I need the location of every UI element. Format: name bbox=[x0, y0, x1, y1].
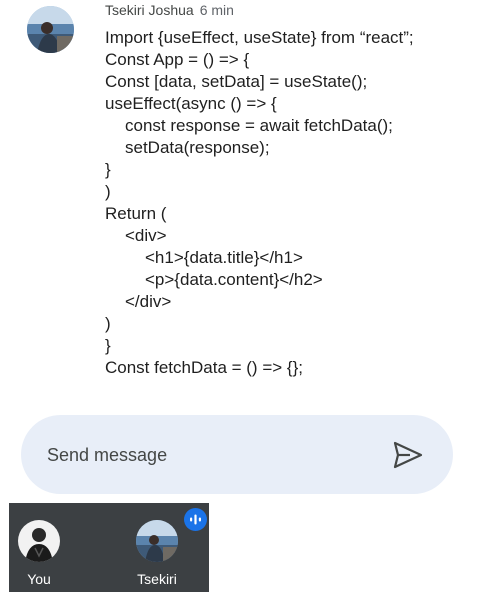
message-line: Const App = () => { bbox=[105, 50, 250, 69]
message-line: <p>{data.content}</h2> bbox=[145, 270, 323, 289]
call-participants-bar: You Tsekiri bbox=[9, 503, 209, 592]
send-icon bbox=[393, 441, 423, 469]
speaking-indicator bbox=[184, 508, 207, 531]
message-line: const response = await fetchData(); bbox=[125, 116, 393, 135]
avatar-you bbox=[18, 520, 60, 562]
message-time: 6 min bbox=[199, 2, 234, 18]
send-button[interactable] bbox=[392, 439, 424, 471]
audio-wave-icon bbox=[190, 514, 201, 525]
message-body: Import {useEffect, useState} from “react… bbox=[105, 27, 470, 379]
message-line: } bbox=[105, 160, 111, 179]
message-line: Import {useEffect, useState} from “react… bbox=[105, 28, 414, 47]
message-line: Const [data, setData] = useState(); bbox=[105, 72, 368, 91]
participant-you[interactable]: You bbox=[0, 503, 79, 592]
sender-avatar[interactable] bbox=[27, 6, 74, 53]
message-line: setData(response); bbox=[125, 138, 270, 157]
message-line: <h1>{data.title}</h1> bbox=[145, 248, 303, 267]
message-line: ) bbox=[105, 314, 111, 333]
message-line: </div> bbox=[125, 292, 172, 311]
message-line: useEffect(async () => { bbox=[105, 94, 277, 113]
message-line: <div> bbox=[125, 226, 167, 245]
message-line: } bbox=[105, 336, 111, 355]
message-header: Tsekiri Joshua 6 min bbox=[105, 2, 234, 18]
message-line: ) bbox=[105, 182, 111, 201]
message-line: Return ( bbox=[105, 204, 167, 223]
sender-name: Tsekiri Joshua bbox=[105, 2, 194, 18]
message-composer bbox=[21, 415, 453, 494]
avatar-tsekiri bbox=[136, 520, 178, 562]
participant-name: Tsekiri bbox=[137, 571, 177, 587]
sender-avatar-image bbox=[27, 6, 74, 53]
participant-name: You bbox=[27, 571, 51, 587]
message-line: Const fetchData = () => {}; bbox=[105, 358, 303, 377]
chat-page: Tsekiri Joshua 6 min Import {useEffect, u… bbox=[0, 0, 477, 601]
send-message-input[interactable] bbox=[47, 443, 367, 467]
